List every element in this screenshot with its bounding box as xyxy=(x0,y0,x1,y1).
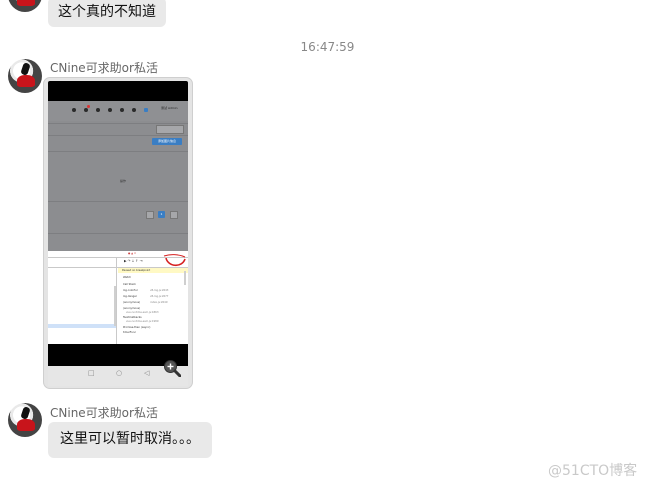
notification-badge xyxy=(87,105,90,108)
avatar[interactable] xyxy=(8,403,42,437)
stack-fn: (anonymous) xyxy=(123,307,141,310)
selected-source-line xyxy=(48,324,116,328)
center-text: 操作 xyxy=(120,179,127,183)
message-bubble: 这个真的不知道 xyxy=(48,0,166,27)
stack-fn: Promise.then (async) xyxy=(123,326,151,329)
stack-loc: v8-log.js:2677 xyxy=(150,295,169,298)
translate-icon xyxy=(120,108,124,112)
add-button: 添加图片信息 xyxy=(152,138,182,145)
message-bubble: 这里可以暂时取消。。。 xyxy=(48,422,212,458)
back-nav-icon: ◁ xyxy=(144,369,150,377)
stack-fn: timerFunc xyxy=(123,331,136,334)
stack-fn: flushCallbacks xyxy=(123,316,142,319)
expand-icon xyxy=(96,108,100,112)
sender-name: CNine可求助or私活 xyxy=(50,406,158,420)
timestamp: 16:47:59 xyxy=(300,40,355,54)
message-text: 这个真的不知道 xyxy=(58,4,156,20)
admin-user: 测试 Admin xyxy=(161,106,178,110)
bell-icon xyxy=(84,108,88,112)
watermark: @51CTO博客 xyxy=(548,463,638,479)
search-icon xyxy=(72,108,76,112)
globe-icon xyxy=(108,108,112,112)
admin-page: 测试 Admin 添加图片信息 操作 1 xyxy=(48,101,188,251)
image-message[interactable]: 测试 Admin 添加图片信息 操作 1 ● ▲ ✕ ▶ ↷ ↓ ↑ ⇥ Pau… xyxy=(43,77,193,389)
zoom-in-icon[interactable] xyxy=(163,359,181,377)
stack-loc: vue.runtime.esm.js:1989 xyxy=(126,320,159,323)
home-nav-icon: ○ xyxy=(116,369,123,377)
stack-fn: log.danger xyxy=(123,295,137,298)
stack-loc: index.js:2649 xyxy=(150,301,168,304)
devtools-scrollbar xyxy=(184,271,186,285)
stack-fn: (anonymous) xyxy=(123,301,141,304)
paused-text: Paused on breakpoint xyxy=(122,269,151,272)
message-text: 这里可以暂时取消。。。 xyxy=(60,431,200,447)
watch-section: Watch xyxy=(123,276,132,279)
callstack-section: Call Stack xyxy=(123,283,136,286)
phone-screenshot: 测试 Admin 添加图片信息 操作 1 ● ▲ ✕ ▶ ↷ ↓ ↑ ⇥ Pau… xyxy=(48,81,188,385)
pager-next xyxy=(170,211,178,219)
font-icon xyxy=(132,108,136,112)
sender-name: CNine可求助or私活 xyxy=(50,61,158,75)
pager-prev xyxy=(146,211,154,219)
source-scrollbar xyxy=(114,286,116,326)
avatar[interactable] xyxy=(8,0,42,12)
devtools-panel: ● ▲ ✕ ▶ ↷ ↓ ↑ ⇥ Paused on breakpoint Wat… xyxy=(48,251,188,344)
devtools-toolbar: ● ▲ ✕ xyxy=(128,252,137,255)
square-nav-icon: □ xyxy=(88,369,95,377)
debug-controls: ▶ ↷ ↓ ↑ ⇥ xyxy=(124,259,143,263)
stack-loc: vue.runtime.esm.js:1863 xyxy=(126,311,159,314)
theme-icon xyxy=(144,108,148,112)
stack-fn: log.colorful xyxy=(123,289,138,292)
stack-loc: v8-log.js:2643 xyxy=(150,289,169,292)
avatar[interactable] xyxy=(8,59,42,93)
settings-box xyxy=(156,125,184,134)
pager-current: 1 xyxy=(158,211,165,218)
admin-toolbar: 测试 Admin xyxy=(48,101,188,121)
